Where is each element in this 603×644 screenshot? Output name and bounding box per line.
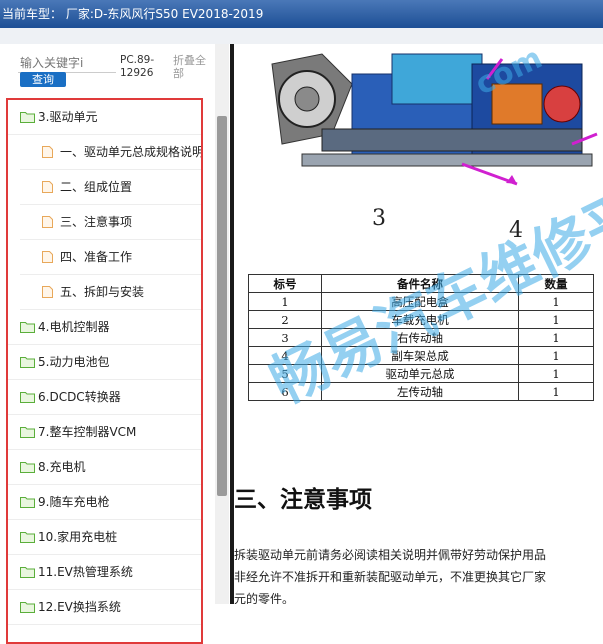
table-cell: 1 (248, 292, 322, 311)
table-cell: 1 (518, 382, 594, 401)
table-row: 5 驱动单元总成 1 (248, 364, 594, 383)
table-row: 4 副车架总成 1 (248, 346, 594, 365)
table-cell: 4 (248, 346, 322, 365)
section-heading: 三、注意事项 (234, 486, 372, 513)
table-header-cell: 标号 (248, 274, 322, 293)
document-view: 3 4 标号 备件名称 数量 1 高压配电盒 1 2 车载充电机 1 3 右传动轴 1 4 副车架总成 1… (234, 44, 603, 604)
table-cell: 右传动轴 (321, 328, 519, 347)
table-cell: 1 (518, 292, 594, 311)
table-cell: 1 (518, 328, 594, 347)
toolbar-strip (0, 28, 603, 44)
paragraph-line: 拆装驱动单元前请务必阅读相关说明并佩带好劳动保护用品 (234, 548, 547, 562)
table-row: 1 高压配电盒 1 (248, 292, 594, 311)
search-button[interactable]: 查询 (20, 72, 66, 87)
table-cell: 6 (248, 382, 322, 401)
highlight-box (6, 98, 203, 644)
table-header-cell: 备件名称 (321, 274, 519, 293)
table-cell: 车载充电机 (321, 310, 519, 329)
table-cell: 副车架总成 (321, 346, 519, 365)
table-cell: 5 (248, 364, 322, 383)
paragraph-line: 元的零件。 (234, 592, 295, 604)
table-cell: 1 (518, 310, 594, 329)
collapse-all-button[interactable]: 折叠全部 (173, 54, 213, 80)
table-row: 3 右传动轴 1 (248, 328, 594, 347)
table-row: 6 左传动轴 1 (248, 382, 594, 401)
table-cell: 2 (248, 310, 322, 329)
left-panel: 查询 PC.89-12926 折叠全部 3.驱动单元一、驱动单元总成规格说明二、… (0, 44, 230, 644)
section-paragraph: 拆装驱动单元前请务必阅读相关说明并佩带好劳动保护用品 非经允许不准拆开和重新装配驱… (234, 544, 603, 604)
figure-label: 3 (372, 206, 386, 231)
title-bar: 当前车型： 厂家:D-东风风行S50 EV2018-2019 (0, 0, 603, 28)
window-title: 当前车型： 厂家:D-东风风行S50 EV2018-2019 (2, 7, 264, 21)
search-row: 查询 PC.89-12926 折叠全部 (0, 44, 215, 92)
pc-code: PC.89-12926 (120, 54, 155, 79)
parts-table: 标号 备件名称 数量 1 高压配电盒 1 2 车载充电机 1 3 右传动轴 1 4 副车架总成 1 5 驱动单… (248, 274, 594, 401)
table-cell: 高压配电盒 (321, 292, 519, 311)
table-cell: 驱动单元总成 (321, 364, 519, 383)
drive-unit-diagram (262, 44, 603, 194)
table-cell: 3 (248, 328, 322, 347)
table-cell: 左传动轴 (321, 382, 519, 401)
scrollbar-thumb[interactable] (217, 116, 227, 496)
table-row: 2 车载充电机 1 (248, 310, 594, 329)
table-cell: 1 (518, 346, 594, 365)
paragraph-line: 非经允许不准拆开和重新装配驱动单元，不准更换其它厂家 (234, 570, 547, 584)
table-header-cell: 数量 (518, 274, 594, 293)
table-header-row: 标号 备件名称 数量 (248, 274, 594, 293)
figure-label: 4 (509, 218, 523, 243)
search-input[interactable] (18, 54, 116, 73)
table-cell: 1 (518, 364, 594, 383)
